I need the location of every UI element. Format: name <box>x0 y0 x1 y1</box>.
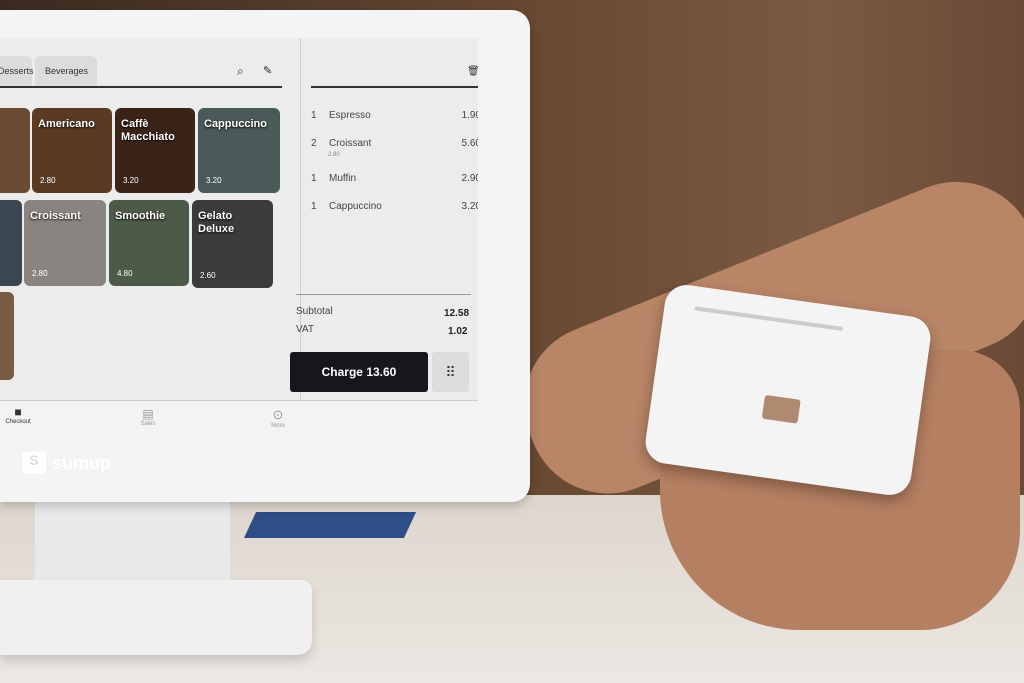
vat-value: 1.02 <box>448 326 468 337</box>
product-tile[interactable]: Americano 2.80 <box>32 108 112 193</box>
divider <box>296 294 471 295</box>
product-tile[interactable]: Croissant 2.80 <box>24 200 106 286</box>
trash-icon[interactable]: 🗑 <box>467 66 478 77</box>
tab-underline <box>0 86 282 88</box>
nav-sales[interactable]: ▤ Sales <box>123 407 173 427</box>
payment-card <box>243 512 417 538</box>
more-icon: ⊙ <box>272 407 284 422</box>
sumup-logo-icon: S <box>22 452 46 474</box>
tab-desserts[interactable]: Desserts <box>0 56 34 86</box>
keypad-icon[interactable]: ⠿ <box>432 352 469 392</box>
search-icon[interactable]: ⌕ <box>237 64 244 79</box>
edit-icon[interactable]: ✎ <box>263 64 272 77</box>
product-tile[interactable]: Smoothie 4.80 <box>109 200 189 286</box>
product-tile[interactable]: Cappuccino 3.20 <box>198 108 280 193</box>
bottom-nav: ■ Checkout ▤ Sales ⊙ More <box>0 400 478 444</box>
card-reader <box>642 282 934 498</box>
order-panel: ◠ 🗑 1Espresso1.90 2Croissant5.602.80 1Mu… <box>296 38 478 400</box>
sumup-logo: S sumup <box>22 452 111 474</box>
product-tile[interactable]: Gelato Deluxe 2.60 <box>192 200 273 288</box>
product-tile-partial[interactable] <box>0 200 22 286</box>
subtotal-value: 12.58 <box>444 308 470 319</box>
card-slot <box>694 306 844 332</box>
nav-checkout[interactable]: ■ Checkout <box>0 405 43 425</box>
nav-more[interactable]: ⊙ More <box>253 407 303 429</box>
brand-name: sumup <box>52 452 112 473</box>
divider <box>311 86 478 88</box>
product-tile-partial[interactable] <box>0 108 30 193</box>
pos-stand <box>35 495 230 590</box>
tab-beverages[interactable]: Beverages <box>35 56 97 86</box>
product-tile-partial[interactable] <box>0 292 14 380</box>
vat-label: VAT <box>296 324 314 335</box>
charge-button[interactable]: Charge 13.60 <box>290 352 428 392</box>
pos-base <box>0 580 312 655</box>
product-tile[interactable]: Caffè Macchiato 3.20 <box>115 108 195 193</box>
sumup-logo-icon <box>761 394 801 424</box>
subtotal-label: Subtotal <box>296 306 333 317</box>
bag-icon: ■ <box>14 405 22 419</box>
pos-screen: Desserts Beverages ⌕ ✎ Americano 2.80 Caf… <box>0 38 478 444</box>
receipt-icon: ▤ <box>142 407 154 421</box>
